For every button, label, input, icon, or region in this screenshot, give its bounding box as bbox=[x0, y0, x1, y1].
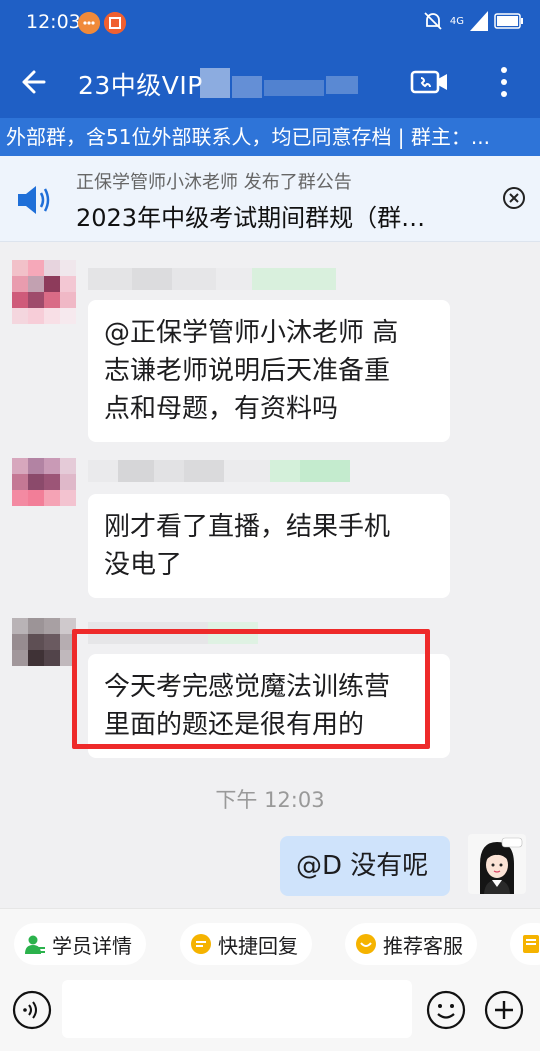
back-arrow-icon[interactable] bbox=[14, 64, 50, 100]
quick-reply-bar: 学员详情 快捷回复 推荐客服 bbox=[0, 908, 540, 976]
more-quick-chip[interactable] bbox=[510, 923, 540, 965]
message-bubble-icon bbox=[191, 934, 211, 954]
chip-label: 推荐客服 bbox=[383, 933, 463, 958]
network-type: 4G bbox=[449, 15, 464, 27]
cartoon-avatar-icon bbox=[468, 834, 526, 894]
message-text: 点和母题，有资料吗 bbox=[104, 394, 339, 424]
close-announcement-icon[interactable] bbox=[502, 186, 526, 210]
group-info-bar[interactable]: 外部群，含51位外部联系人，均已同意存档 | 群主：... bbox=[0, 118, 540, 156]
redacted-sender-name bbox=[88, 460, 350, 482]
status-bar: 12:03 4G bbox=[0, 0, 540, 46]
chip-label: 学员详情 bbox=[52, 933, 132, 958]
message-bubble[interactable]: @正保学管师小沐老师 高 志谦老师说明后天准备重 点和母题，有资料吗 bbox=[88, 300, 450, 442]
battery-icon bbox=[494, 13, 523, 29]
redacted-title-area bbox=[326, 76, 358, 94]
quick-reply-chip[interactable]: 快捷回复 bbox=[180, 923, 312, 965]
redacted-title-area bbox=[200, 68, 230, 98]
redacted-title-area bbox=[232, 76, 262, 98]
emoji-icon[interactable] bbox=[426, 990, 466, 1030]
message-time-divider: 下午 12:03 bbox=[215, 788, 325, 812]
red-highlight-box bbox=[72, 629, 430, 749]
announcement-author: 正保学管师小沐老师 发布了群公告 bbox=[76, 172, 352, 193]
student-details-chip[interactable]: 学员详情 bbox=[14, 923, 146, 965]
sender-avatar[interactable] bbox=[12, 618, 76, 682]
sender-avatar[interactable] bbox=[12, 260, 76, 340]
message-text: 没电了 bbox=[104, 550, 183, 580]
group-announcement[interactable]: 正保学管师小沐老师 发布了群公告 2023年中级考试期间群规（群… bbox=[0, 156, 540, 242]
chat-title[interactable]: 23中级VIP bbox=[78, 66, 203, 102]
redacted-sender-name bbox=[88, 268, 336, 290]
more-options-icon[interactable] bbox=[492, 62, 516, 102]
my-message-bubble[interactable]: @D 没有呢 bbox=[280, 836, 450, 896]
redacted-title-area bbox=[264, 80, 324, 96]
voice-input-icon[interactable] bbox=[12, 990, 52, 1030]
chip-label: 快捷回复 bbox=[218, 933, 298, 958]
message-text: @D 没有呢 bbox=[296, 851, 429, 881]
message-text: @正保学管师小沐老师 高 bbox=[104, 318, 399, 348]
user-card-icon bbox=[25, 935, 45, 954]
sender-avatar[interactable] bbox=[12, 458, 76, 522]
app-notification-icon bbox=[104, 12, 126, 34]
message-input-bar bbox=[0, 976, 540, 1051]
document-icon bbox=[523, 935, 539, 953]
video-call-icon[interactable] bbox=[410, 66, 450, 98]
chat-header: 23中级VIP bbox=[0, 46, 540, 118]
message-text: 刚才看了直播，结果手机 bbox=[104, 512, 391, 542]
signal-icon bbox=[470, 11, 488, 31]
chat-app-notification-icon bbox=[78, 12, 100, 34]
message-input[interactable] bbox=[62, 980, 412, 1038]
announcement-title: 2023年中级考试期间群规（群… bbox=[76, 204, 426, 232]
chat-dots-icon bbox=[356, 934, 376, 954]
status-time: 12:03 bbox=[26, 11, 81, 33]
message-bubble[interactable]: 刚才看了直播，结果手机 没电了 bbox=[88, 494, 450, 598]
message-text: 志谦老师说明后天准备重 bbox=[104, 356, 391, 386]
my-avatar[interactable] bbox=[468, 834, 526, 894]
speaker-icon bbox=[18, 186, 50, 214]
plus-icon[interactable] bbox=[484, 990, 524, 1030]
mute-bell-icon bbox=[424, 12, 442, 30]
recommend-service-chip[interactable]: 推荐客服 bbox=[345, 923, 477, 965]
